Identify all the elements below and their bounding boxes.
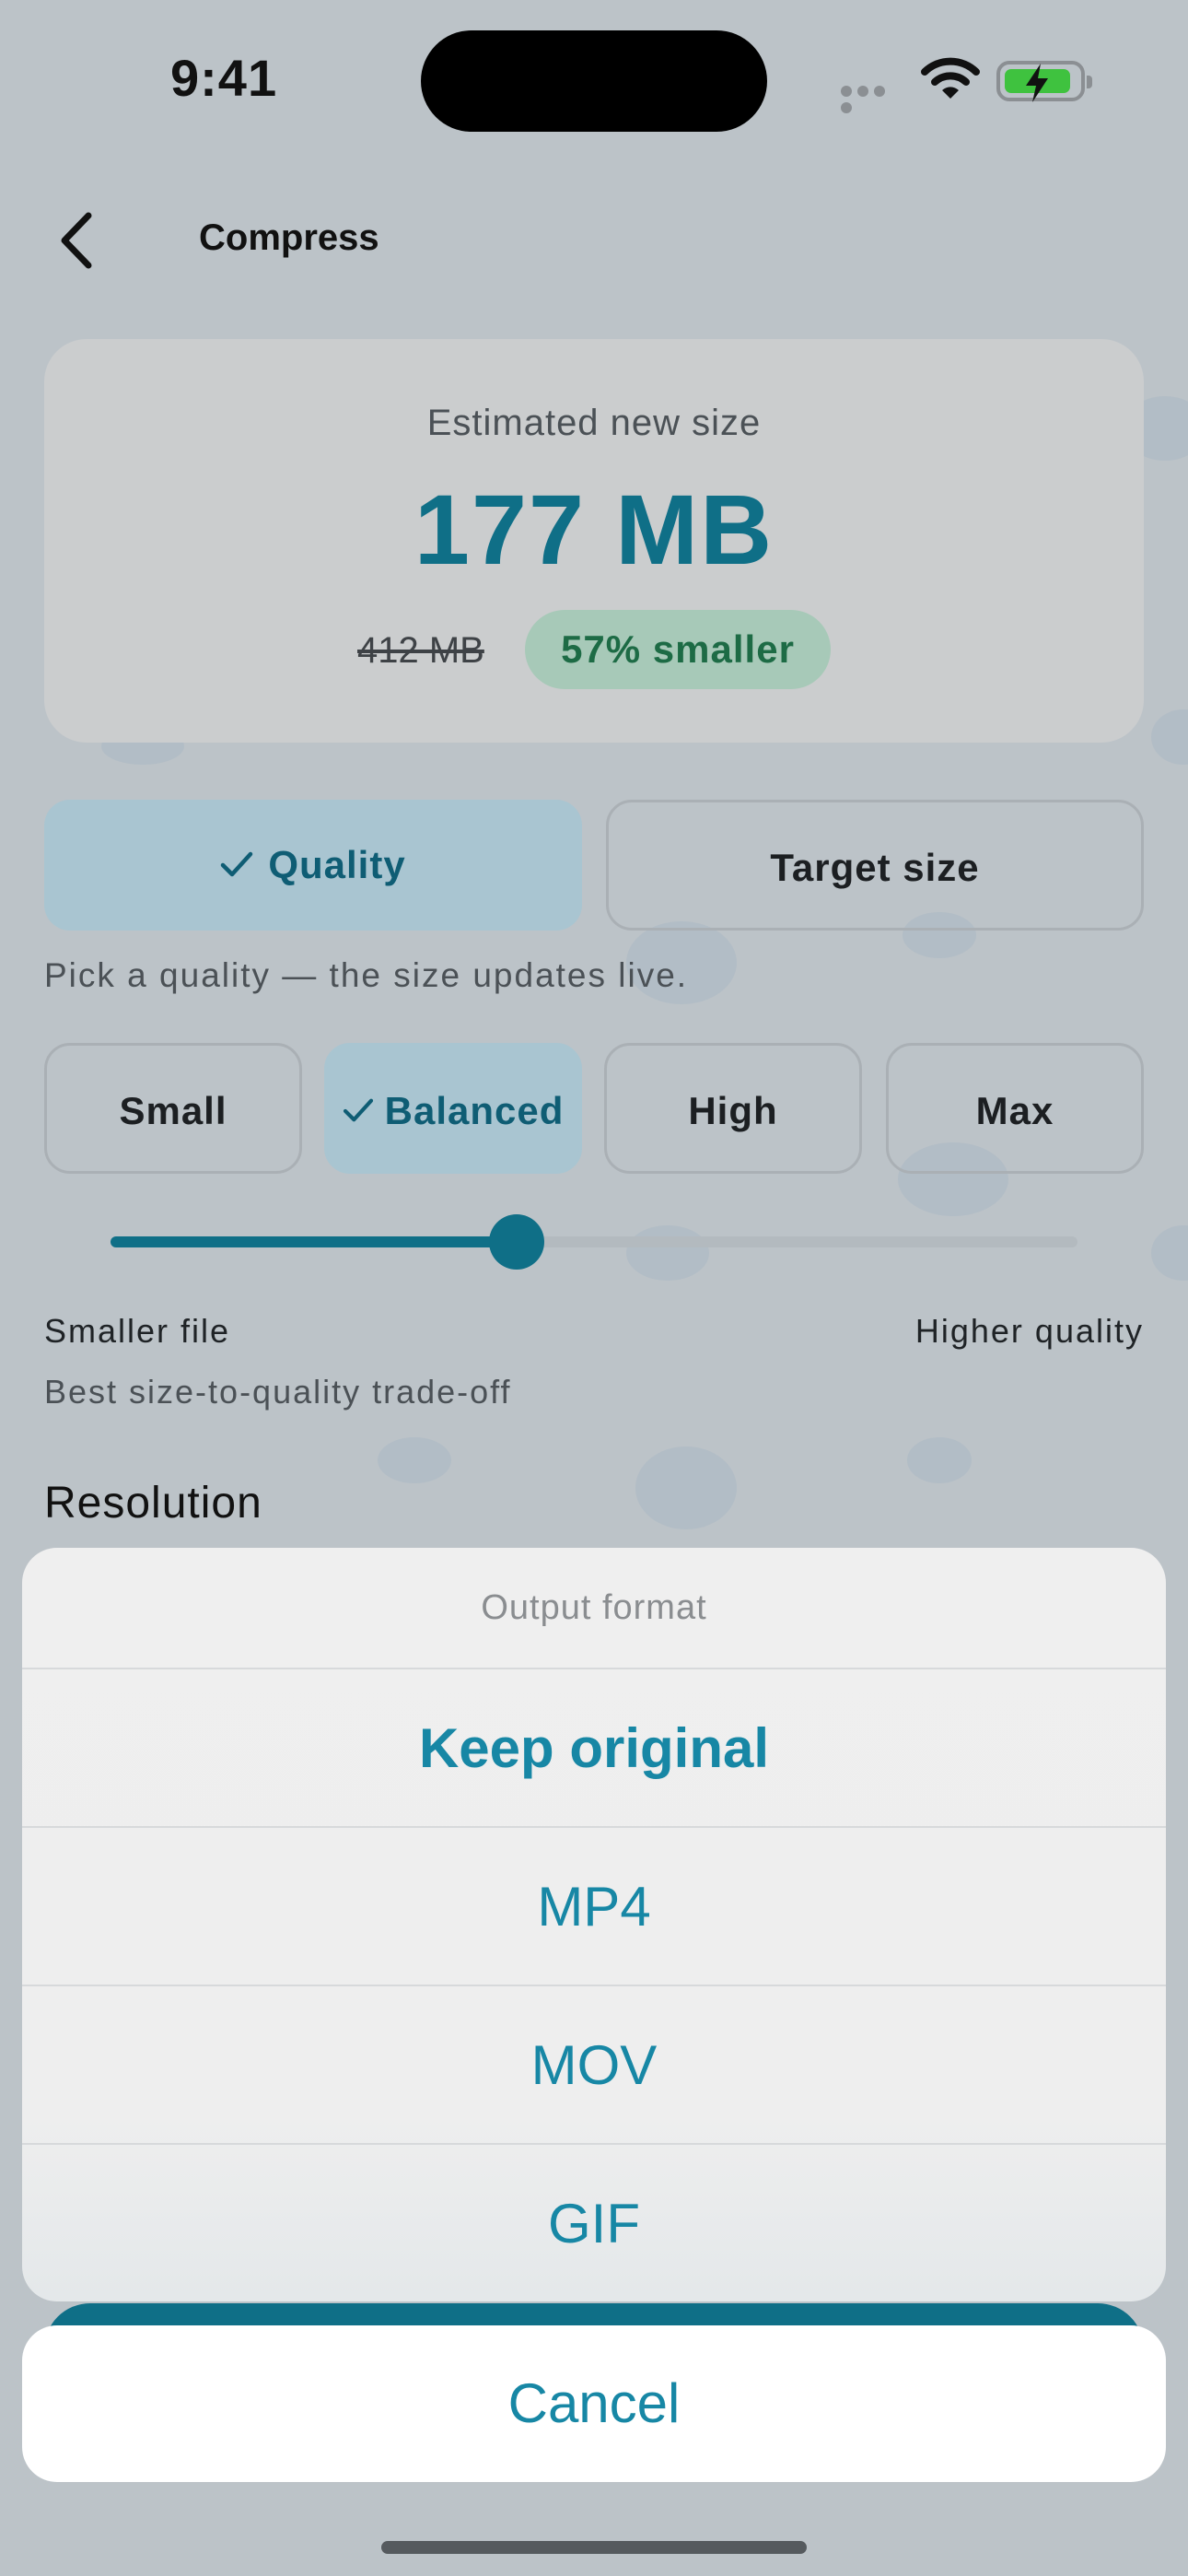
background-bubble bbox=[635, 1446, 737, 1529]
reduction-badge: 57% smaller bbox=[525, 610, 831, 689]
quality-hint: Pick a quality — the size updates live. bbox=[44, 956, 689, 994]
preset-small-label: Small bbox=[119, 1089, 227, 1132]
mode-quality-label: Quality bbox=[268, 843, 406, 886]
back-button[interactable] bbox=[55, 210, 96, 275]
quality-slider[interactable] bbox=[111, 1214, 1077, 1270]
preset-max-label: Max bbox=[975, 1089, 1054, 1132]
checkmark-icon bbox=[343, 1098, 373, 1122]
status-time: 9:41 bbox=[170, 49, 278, 107]
slider-max-label: Higher quality bbox=[914, 1312, 1144, 1350]
preset-balanced-label: Balanced bbox=[384, 1089, 565, 1132]
battery-icon bbox=[996, 61, 1092, 102]
preset-high-chip[interactable]: High bbox=[604, 1043, 862, 1174]
home-indicator bbox=[381, 2541, 807, 2554]
background-bubble bbox=[907, 1437, 972, 1483]
format-option-mov[interactable]: MOV bbox=[22, 1985, 1166, 2145]
format-option-gif[interactable]: GIF bbox=[22, 2143, 1166, 2301]
preset-balanced-chip[interactable]: Balanced bbox=[324, 1043, 582, 1174]
format-option-mp4[interactable]: MP4 bbox=[22, 1826, 1166, 1986]
page-title: Compress bbox=[199, 217, 379, 258]
dynamic-island bbox=[421, 30, 767, 132]
preset-max-chip[interactable]: Max bbox=[886, 1043, 1144, 1174]
mode-target-size-label: Target size bbox=[770, 846, 980, 889]
mode-target-size-button[interactable]: Target size bbox=[606, 800, 1144, 931]
estimated-size-label: Estimated new size bbox=[426, 403, 762, 443]
original-size-value: 412 MB bbox=[357, 630, 484, 671]
background-bubble bbox=[1151, 709, 1188, 765]
action-sheet-title: Output format bbox=[481, 1588, 707, 1627]
mode-quality-button[interactable]: Quality bbox=[44, 800, 582, 931]
preset-high-label: High bbox=[688, 1089, 778, 1132]
background-bubble bbox=[1151, 1225, 1188, 1281]
cancel-button[interactable]: Cancel bbox=[22, 2325, 1166, 2482]
preset-small-chip[interactable]: Small bbox=[44, 1043, 302, 1174]
quality-slider-fill bbox=[111, 1236, 517, 1247]
chevron-left-icon bbox=[61, 212, 92, 269]
checkmark-icon bbox=[221, 851, 253, 877]
estimated-size-value: 177 MB bbox=[413, 474, 775, 585]
quality-slider-thumb[interactable] bbox=[489, 1214, 544, 1270]
background-bubble bbox=[378, 1437, 451, 1483]
cellular-signal-icon bbox=[841, 85, 905, 113]
format-option-keep-original[interactable]: Keep original bbox=[22, 1668, 1166, 1828]
quality-description: Best size-to-quality trade-off bbox=[44, 1373, 512, 1411]
output-format-action-sheet: Output format Keep original MP4 MOV GIF bbox=[22, 1548, 1166, 2301]
wifi-icon bbox=[921, 55, 980, 106]
slider-min-label: Smaller file bbox=[44, 1312, 231, 1350]
background-bubble bbox=[626, 1225, 709, 1281]
resolution-section-title: Resolution bbox=[44, 1479, 262, 1528]
